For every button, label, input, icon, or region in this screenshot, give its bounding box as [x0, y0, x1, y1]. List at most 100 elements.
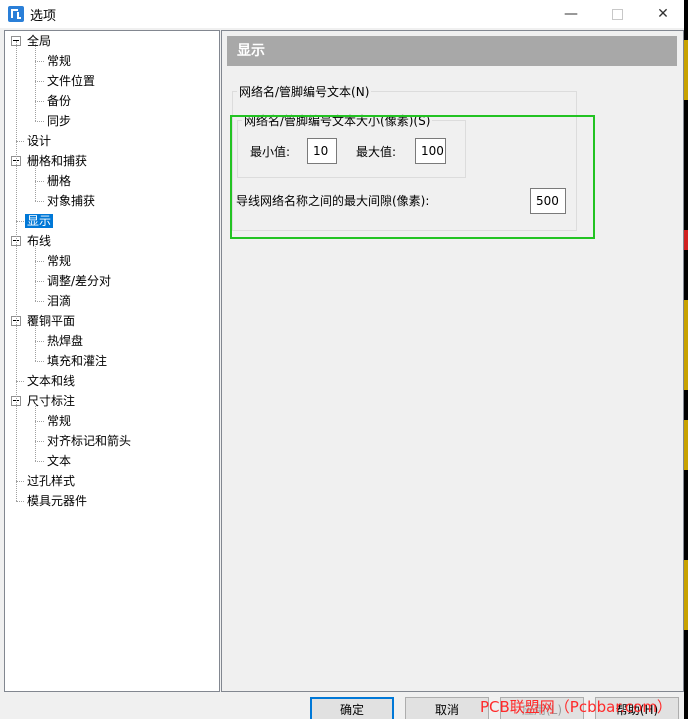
tree-item-global[interactable]: 全局 — [25, 32, 53, 50]
max-spacing-label: 导线网络名称之间的最大间隙(像素): — [236, 194, 430, 208]
tree-connector — [35, 81, 44, 82]
tree-connector — [35, 421, 44, 422]
strip-mark — [684, 40, 688, 100]
tree-item-grid[interactable]: 栅格 — [45, 172, 73, 190]
tree-connector — [35, 324, 36, 361]
tree-item-label: 文件位置 — [47, 74, 96, 88]
tree-connector — [35, 281, 44, 282]
tree-connector — [35, 201, 44, 202]
title-bar: 选项 — ✕ — [0, 0, 684, 28]
section-header: 显示 — [227, 36, 677, 66]
min-value-label: 最小值: — [250, 145, 291, 159]
tree-item-label: 对齐标记和箭头 — [47, 434, 132, 448]
ok-button[interactable]: 确定 — [310, 697, 394, 719]
tree-connector — [35, 361, 44, 362]
tree-item-dimensioning[interactable]: 尺寸标注 — [25, 392, 77, 410]
tree-item-label: 文本 — [47, 454, 72, 468]
tree-item-label: 填充和灌注 — [47, 354, 108, 368]
tree-item-general[interactable]: 常规 — [45, 52, 73, 70]
maximize-button[interactable] — [594, 0, 640, 28]
tree-connector — [35, 404, 36, 461]
tree-item-label: 泪滴 — [47, 294, 72, 308]
tree-connector — [16, 381, 24, 382]
tree-connector — [35, 301, 44, 302]
tree-connector — [16, 41, 17, 501]
max-value-input[interactable]: 100 — [415, 138, 446, 164]
tree-item-label: 显示 — [25, 214, 54, 228]
tree-item-sync[interactable]: 同步 — [45, 112, 73, 130]
tree-connector — [35, 341, 44, 342]
tree-item-label: 覆铜平面 — [27, 314, 76, 328]
text-size-legend: 网络名/管脚编号文本大小(像素)(S) — [244, 114, 431, 128]
tree-item-tuning-diffpair[interactable]: 调整/差分对 — [45, 272, 113, 290]
tree-item-label: 备份 — [47, 94, 72, 108]
tree-item-label: 模具元器件 — [27, 494, 88, 508]
tree-connector — [16, 481, 24, 482]
tree-item-via-styles[interactable]: 过孔样式 — [25, 472, 77, 490]
tree-item-copper-pour[interactable]: 覆铜平面 — [25, 312, 77, 330]
tree-item-object-snap[interactable]: 对象捕获 — [45, 192, 97, 210]
options-dialog: 选项 — ✕ 全局 常规 文件位置 备份 同步 设计 栅格和捕获 栅格 对象捕获 显示 布线 常规 调整… — [0, 0, 684, 719]
max-spacing-input[interactable]: 500 — [530, 188, 566, 214]
tree-item-label: 栅格 — [47, 174, 72, 188]
tree-item-file-locations[interactable]: 文件位置 — [45, 72, 97, 90]
tree-item-label: 文本和线 — [27, 374, 76, 388]
maximize-icon — [611, 8, 623, 20]
min-value-input[interactable]: 10 — [307, 138, 337, 164]
tree-connector — [35, 101, 44, 102]
tree-item-label: 对象捕获 — [47, 194, 96, 208]
tree-item-dim-text[interactable]: 文本 — [45, 452, 73, 470]
settings-panel: 显示 网络名/管脚编号文本(N) 网络名/管脚编号文本大小(像素)(S) 最小值… — [221, 30, 684, 692]
tree-item-label: 同步 — [47, 114, 72, 128]
tree-item-label: 过孔样式 — [27, 474, 76, 488]
tree-item-routing-general[interactable]: 常规 — [45, 252, 73, 270]
tree-item-label: 常规 — [47, 254, 72, 268]
tree-item-fill-flood[interactable]: 填充和灌注 — [45, 352, 109, 370]
close-button[interactable]: ✕ — [640, 0, 684, 28]
options-tree[interactable]: 全局 常规 文件位置 备份 同步 设计 栅格和捕获 栅格 对象捕获 显示 布线 常规 调整/差分对 泪滴覆… — [4, 30, 220, 692]
tree-connector — [35, 121, 44, 122]
tree-item-label: 常规 — [47, 414, 72, 428]
tree-item-label: 热焊盘 — [47, 334, 84, 348]
tree-item-label: 布线 — [27, 234, 52, 248]
tree-item-text-lines[interactable]: 文本和线 — [25, 372, 77, 390]
background-strip — [684, 0, 688, 719]
minimize-icon: — — [564, 6, 578, 22]
tree-item-label: 设计 — [27, 134, 52, 148]
tree-connector — [35, 181, 44, 182]
tree-connector — [35, 441, 44, 442]
tree-connector — [16, 501, 24, 502]
tree-connector — [35, 261, 44, 262]
cancel-button[interactable]: 取消 — [405, 697, 489, 719]
tree-connector — [35, 61, 44, 62]
max-value-label: 最大值: — [356, 145, 397, 159]
close-icon: ✕ — [657, 6, 669, 22]
strip-mark — [684, 230, 688, 250]
tree-item-label: 调整/差分对 — [47, 274, 112, 288]
tree-item-label: 常规 — [47, 54, 72, 68]
tree-connector — [16, 221, 24, 222]
strip-mark — [684, 300, 688, 390]
tree-item-thermal-pads[interactable]: 热焊盘 — [45, 332, 85, 350]
tree-connector — [35, 44, 36, 121]
watermark-text: PCB联盟网（Pcbbar.com） — [480, 698, 672, 716]
strip-mark — [684, 560, 688, 630]
app-icon — [8, 6, 24, 22]
tree-item-design[interactable]: 设计 — [25, 132, 53, 150]
tree-item-dim-general[interactable]: 常规 — [45, 412, 73, 430]
tree-item-label: 全局 — [27, 34, 52, 48]
tree-item-label: 尺寸标注 — [27, 394, 76, 408]
tree-item-alignment-arrows[interactable]: 对齐标记和箭头 — [45, 432, 133, 450]
minimize-button[interactable]: — — [548, 0, 594, 28]
tree-item-die-components[interactable]: 模具元器件 — [25, 492, 89, 510]
tree-connector — [35, 164, 36, 201]
tree-connector — [16, 141, 24, 142]
net-pin-text-legend: 网络名/管脚编号文本(N) — [239, 85, 370, 99]
window-title: 选项 — [30, 9, 57, 24]
tree-item-routing[interactable]: 布线 — [25, 232, 53, 250]
tree-connector — [35, 244, 36, 301]
tree-item-teardrops[interactable]: 泪滴 — [45, 292, 73, 310]
tree-connector — [35, 461, 44, 462]
tree-item-backup[interactable]: 备份 — [45, 92, 73, 110]
tree-item-display[interactable]: 显示 — [25, 212, 54, 230]
